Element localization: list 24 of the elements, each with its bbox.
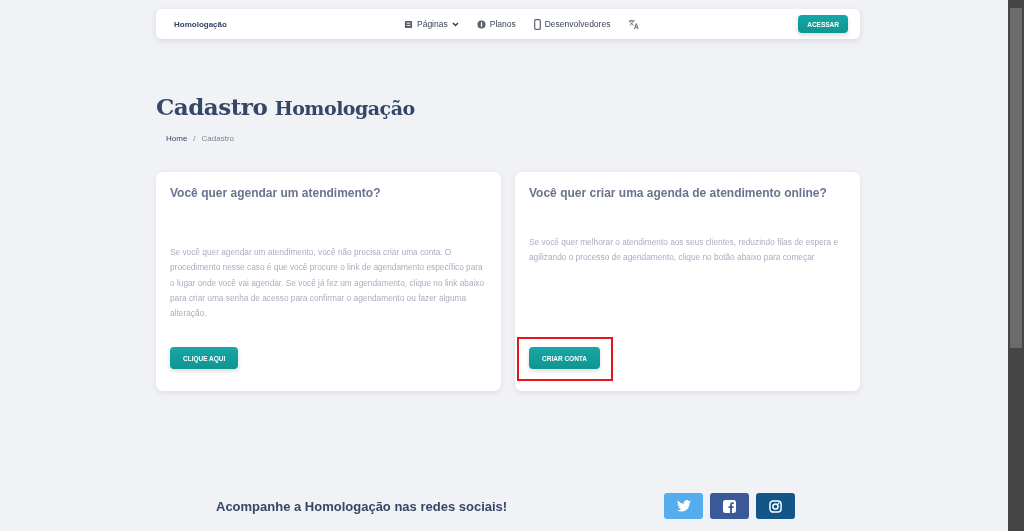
card-title: Você quer agendar um atendimento? bbox=[170, 186, 382, 200]
language-button[interactable] bbox=[628, 18, 640, 30]
phone-icon bbox=[533, 18, 541, 30]
breadcrumb-item[interactable]: Cadastro bbox=[201, 134, 235, 143]
social-button[interactable] bbox=[756, 493, 795, 519]
camera-icon bbox=[769, 499, 782, 513]
card-text: Se você quer melhorar o atendimento aos seus clientes, reduzindo filas de espera e agilizando o processo de agendamento, clique no botão abaixo para começar bbox=[529, 236, 839, 265]
scrollbar[interactable] bbox=[1008, 0, 1024, 531]
card-title: Você quer criar uma agenda de atendimento online? bbox=[529, 186, 828, 200]
coin-icon bbox=[476, 19, 486, 29]
bird-icon bbox=[676, 500, 691, 512]
translate-icon bbox=[628, 18, 640, 30]
nav-link[interactable]: Planos bbox=[476, 19, 516, 29]
page-icon bbox=[404, 19, 413, 29]
social-button[interactable] bbox=[710, 493, 749, 519]
nav-link[interactable]: Desenvolvedores bbox=[533, 18, 611, 30]
breadcrumb-item[interactable]: Home bbox=[166, 134, 188, 143]
card-text: Se você quer agendar um atendimento, você não precisa criar uma conta. O procedimento nesse caso é que você procure o link de agendamento específico para o lugar onde você vai agendar. Se você já fez um agendamento, clique no link abaixo para criar uma senha de acesso para confirmar o agendamento ou fazer alguma alteração. bbox=[170, 246, 486, 321]
facebook-icon bbox=[723, 499, 736, 513]
brand-link[interactable]: Homologação bbox=[174, 19, 404, 29]
breadcrumb-separator: / bbox=[193, 134, 196, 143]
page-title: Cadastro Homologação bbox=[156, 93, 416, 120]
footer-text: Acompanhe a Homologação nas redes sociais! bbox=[216, 498, 509, 514]
nav-link[interactable]: Páginas bbox=[404, 19, 459, 29]
